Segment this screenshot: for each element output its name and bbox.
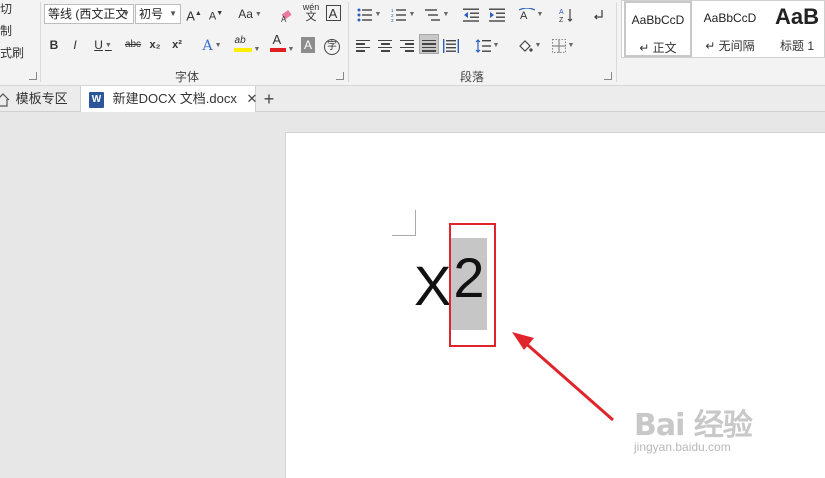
align-center-button[interactable] (376, 35, 394, 55)
base-character[interactable]: X (414, 246, 451, 326)
character-border-button[interactable]: A (324, 4, 342, 24)
close-tab-icon[interactable]: ✕ (247, 91, 258, 106)
style-normal[interactable]: AaBbCcD ↵ 正文 (624, 1, 692, 57)
annotation-highlight-box (449, 223, 496, 347)
ribbon: 剪切 复制 格式刷 等线 (西文正文▼ 初号▼ A▲ A▼ Aa▼ A wén文… (0, 0, 825, 86)
font-group-label: 字体 (175, 70, 200, 84)
font-color-button[interactable]: A ▼ (266, 32, 298, 53)
justify-button[interactable] (419, 34, 439, 54)
group-separator (40, 2, 41, 82)
enclose-characters-button[interactable]: 字 (322, 35, 342, 55)
sort-icon: AZ (559, 8, 573, 24)
italic-button[interactable]: I (68, 35, 82, 55)
align-left-button[interactable] (354, 35, 372, 55)
font-color-icon: A (269, 32, 286, 53)
svg-text:A: A (520, 10, 528, 22)
svg-text:A: A (281, 15, 287, 23)
svg-text:A: A (559, 9, 564, 16)
align-center-icon (378, 39, 392, 52)
show-marks-button[interactable] (590, 4, 606, 24)
superscript-button[interactable]: x² (168, 35, 186, 55)
style-heading-1[interactable]: AaB 标题 1 (768, 1, 825, 57)
clear-formatting-button[interactable]: A (278, 4, 298, 24)
svg-text:Z: Z (559, 17, 564, 23)
svg-text:3: 3 (391, 18, 394, 22)
home-icon (0, 92, 10, 107)
character-shading-button[interactable]: A (300, 35, 316, 55)
multilevel-list-icon (424, 9, 440, 21)
grow-font-button[interactable]: A▲ (185, 4, 203, 24)
paragraph-shading-button[interactable]: ▼ (514, 35, 544, 55)
wen-char: 文 (305, 11, 317, 23)
numbered-list-icon: 123 (391, 8, 406, 23)
justify-icon (422, 39, 436, 52)
subscript-button[interactable]: x₂ (146, 35, 164, 55)
paint-bucket-icon (518, 39, 533, 52)
strikethrough-button[interactable]: abc (122, 35, 144, 55)
borders-button[interactable]: ▼ (548, 35, 578, 55)
group-separator (348, 2, 349, 82)
bullet-list-icon (357, 8, 372, 22)
align-right-button[interactable] (398, 35, 416, 55)
chinese-layout-button[interactable]: A ▼ (516, 4, 546, 24)
word-doc-icon: W (89, 91, 104, 108)
styles-gallery: AaBbCcD ↵ 正文 AaBbCcD ↵ 无间隔 AaB 标题 1 (621, 0, 825, 58)
format-painter-button[interactable]: 格式刷 (0, 44, 24, 61)
line-spacing-button[interactable]: ▼ (472, 35, 502, 55)
font-size-select[interactable]: 初号 ▼ (135, 4, 181, 24)
align-left-icon (356, 39, 370, 52)
decrease-indent-button[interactable] (460, 4, 482, 24)
borders-icon (551, 38, 566, 53)
bold-button[interactable]: B (46, 35, 62, 55)
document-tab-bar: 模板专区 W 新建DOCX 文档.docx ✕ + (0, 86, 825, 112)
text-effects-button[interactable]: A ▼ (198, 35, 226, 55)
shrink-font-button[interactable]: A▼ (207, 4, 225, 24)
sort-button[interactable]: AZ (556, 4, 576, 24)
style-no-spacing[interactable]: AaBbCcD ↵ 无间隔 (696, 1, 764, 57)
distributed-button[interactable] (442, 35, 460, 55)
increase-indent-icon (489, 8, 505, 22)
multilevel-list-button[interactable]: ▼ (422, 4, 452, 24)
bullets-button[interactable]: ▼ (354, 4, 384, 24)
numbering-button[interactable]: 1 2 3 ▼ (388, 4, 418, 24)
phonetic-guide-button[interactable]: wén 文 (300, 2, 322, 23)
paragraph-mark-icon (594, 9, 603, 20)
annotation-arrow-icon (512, 332, 614, 422)
decrease-indent-icon (463, 8, 479, 22)
page-margin-corner-mark (392, 210, 416, 236)
eraser-icon: A (281, 9, 292, 24)
tab-templates[interactable]: 模板专区 (0, 86, 80, 112)
increase-indent-button[interactable] (486, 4, 508, 24)
chinese-layout-icon: A (518, 7, 535, 22)
highlight-color-button[interactable]: ab ▼ (230, 33, 264, 53)
new-tab-button[interactable]: + (258, 87, 280, 111)
change-case-button[interactable]: Aa ▼ (233, 4, 267, 24)
group-separator (616, 2, 617, 82)
font-launcher-icon[interactable] (336, 72, 344, 80)
underline-button[interactable]: U ▼ (88, 35, 118, 55)
highlight-icon: ab (233, 33, 252, 53)
paragraph-group-label: 段落 (460, 70, 485, 84)
cut-button[interactable]: 剪切 (0, 0, 12, 17)
tab-document[interactable]: W 新建DOCX 文档.docx ✕ (80, 86, 258, 112)
baidu-watermark: Bai 经验 jingyan.baidu.com (634, 408, 753, 454)
copy-button[interactable]: 复制 (0, 22, 12, 39)
distributed-icon (443, 38, 459, 53)
paragraph-launcher-icon[interactable] (604, 72, 612, 80)
font-family-select[interactable]: 等线 (西文正文 ▼ (44, 4, 134, 24)
line-spacing-icon (475, 38, 491, 53)
clipboard-launcher-icon[interactable] (29, 72, 37, 80)
align-right-icon (400, 39, 414, 52)
